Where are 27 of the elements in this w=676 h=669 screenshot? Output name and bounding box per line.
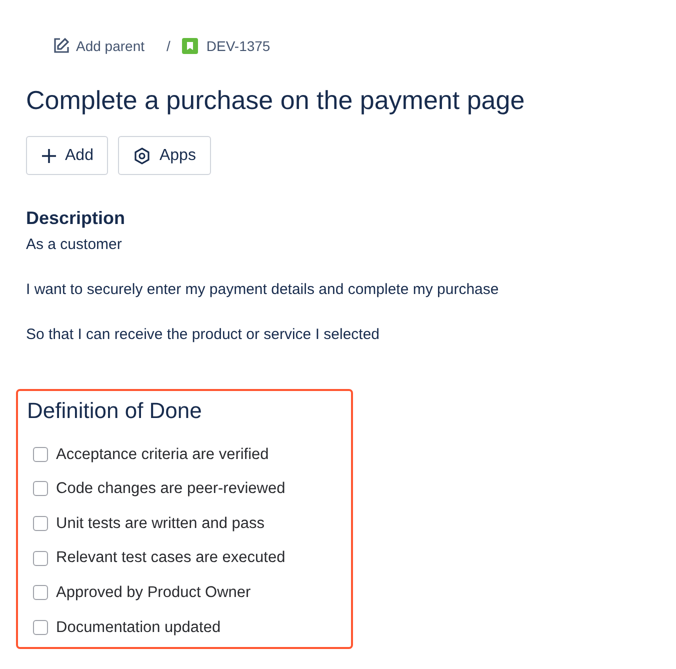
hexagon-icon (133, 146, 152, 164)
issue-key-link[interactable]: DEV-1375 (182, 36, 270, 56)
story-icon (182, 38, 198, 54)
description-paragraph: So that I can receive the product or service I selected (26, 325, 380, 345)
checklist-item-label: Approved by Product Owner (56, 583, 251, 604)
section-heading: Definition of Done (27, 397, 203, 425)
checklist-item-label: Unit tests are written and pass (56, 514, 264, 534)
description-heading: Description (26, 207, 126, 229)
issue-title: Complete a purchase on the payment page (26, 84, 526, 116)
description-paragraph: As a customer (26, 235, 122, 255)
add-button[interactable]: Add (26, 136, 108, 175)
add-parent-link[interactable]: Add parent (52, 36, 144, 56)
checkbox[interactable] (33, 446, 48, 462)
checklist-item-label: Code changes are peer-reviewed (56, 479, 286, 500)
checkbox[interactable] (33, 550, 48, 566)
checklist-item-label: Relevant test cases are executed (56, 548, 286, 568)
breadcrumb-separator: / (166, 36, 170, 56)
description-paragraph: I want to securely enter my payment details and complete my purchase (26, 280, 499, 300)
checklist-item-label: Documentation updated (56, 618, 221, 638)
checkbox[interactable] (33, 585, 48, 600)
plus-icon (41, 148, 57, 164)
checkbox[interactable] (33, 481, 48, 496)
checklist-item-label: Acceptance criteria are verified (56, 444, 269, 465)
edit-icon (52, 37, 70, 55)
apps-button[interactable]: Apps (118, 136, 211, 175)
checkbox[interactable] (33, 516, 48, 531)
checkbox[interactable] (33, 620, 48, 635)
